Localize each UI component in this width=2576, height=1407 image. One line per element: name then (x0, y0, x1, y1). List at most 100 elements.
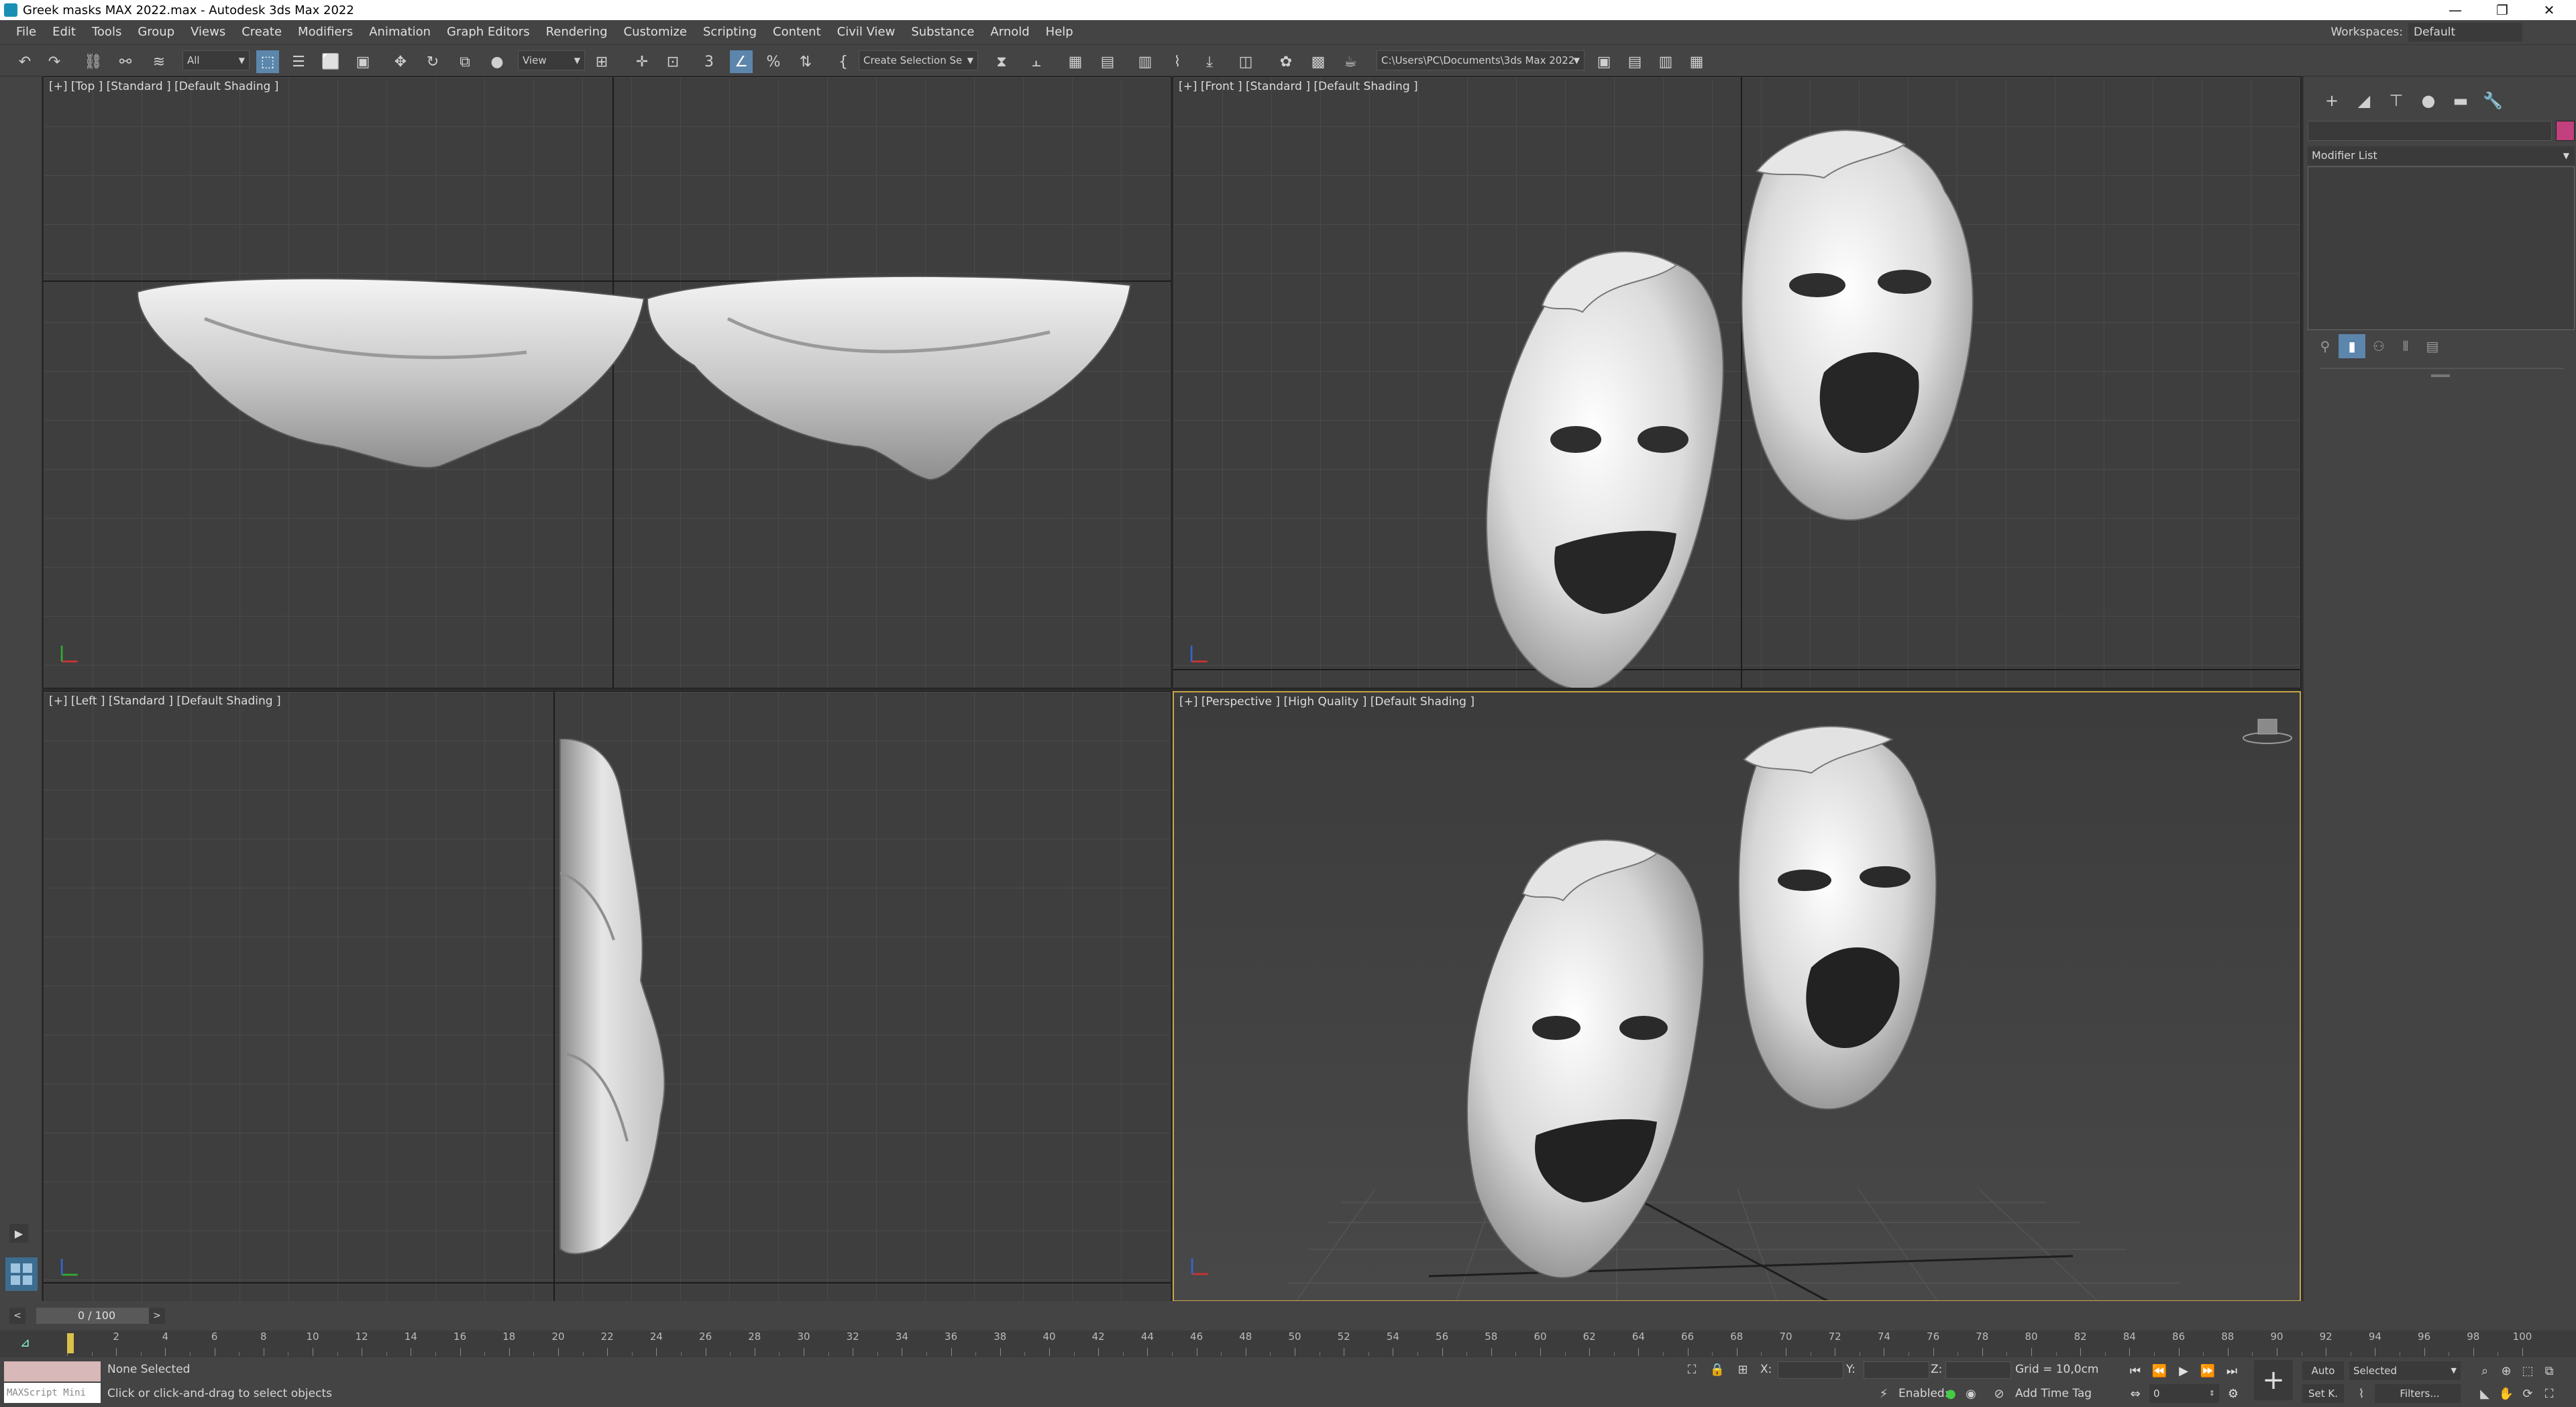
angle-snap-icon[interactable]: ∠ (730, 50, 753, 73)
ribbon-toggle-icon[interactable]: ▥ (1134, 50, 1157, 73)
go-to-start-icon[interactable]: ⏮ (2125, 1361, 2145, 1380)
menu-graph-editors[interactable]: Graph Editors (439, 20, 538, 44)
schematic-view-icon[interactable]: ⤓ (1198, 50, 1221, 73)
pin-stack-icon[interactable]: ⚲ (2312, 334, 2339, 358)
viewport-left[interactable]: [+] [Left ] [Standard ] [Default Shading… (43, 691, 1171, 1302)
render-setup-icon[interactable]: ✿ (1275, 50, 1297, 73)
z-coordinate-field[interactable] (1945, 1361, 2011, 1379)
unlink-icon[interactable]: ⚯ (114, 50, 137, 73)
time-slider-thumb[interactable]: 0 / 100 (36, 1308, 157, 1324)
time-tag-icon[interactable]: ⊘ (1990, 1384, 2008, 1403)
play-icon[interactable]: ▶ (2174, 1361, 2194, 1380)
named-selection-dropdown[interactable]: Create Selection Se ▼ (859, 50, 978, 70)
menu-help[interactable]: Help (1038, 20, 1081, 44)
edit-named-selection-icon[interactable]: { (832, 50, 855, 73)
time-cursor[interactable] (67, 1333, 74, 1353)
menu-views[interactable]: Views (182, 20, 233, 44)
layer-explorer-icon[interactable]: ▤ (1096, 50, 1119, 73)
menu-arnold[interactable]: Arnold (982, 20, 1037, 44)
make-unique-icon[interactable]: ⚇ (2365, 334, 2392, 358)
zoom-extents-icon[interactable]: ⬚ (2518, 1361, 2537, 1380)
time-configuration-icon[interactable]: ⚙ (2223, 1384, 2243, 1403)
menu-create[interactable]: Create (233, 20, 290, 44)
move-icon[interactable]: ✥ (389, 50, 412, 73)
menu-scripting[interactable]: Scripting (695, 20, 765, 44)
viewport-label[interactable]: [+] [Top ] [Standard ] [Default Shading … (49, 80, 278, 93)
undo-icon[interactable]: ↶ (13, 50, 36, 73)
modifier-stack[interactable] (2308, 166, 2575, 330)
zoom-extents-all-icon[interactable]: ⧉ (2540, 1361, 2559, 1380)
next-frame-icon[interactable]: ⏩ (2198, 1361, 2218, 1380)
panel-grip[interactable] (2431, 374, 2450, 377)
object-name-field[interactable] (2308, 121, 2552, 141)
menu-group[interactable]: Group (129, 20, 182, 44)
viewport-perspective[interactable]: [+] [Perspective ] [High Quality ] [Defa… (1173, 691, 2301, 1302)
menu-content[interactable]: Content (765, 20, 829, 44)
rectangular-selection-icon[interactable]: ⬜ (319, 50, 342, 73)
minimize-button[interactable]: — (2435, 0, 2475, 20)
orbit-icon[interactable]: ⟳ (2518, 1384, 2537, 1403)
menu-rendering[interactable]: Rendering (538, 20, 616, 44)
utilities-tab-icon[interactable]: 🔧 (2477, 87, 2509, 114)
expand-arrow-icon[interactable]: ▶ (9, 1224, 28, 1243)
tragedy-mask[interactable] (1741, 129, 1974, 521)
comedy-mask[interactable] (1466, 839, 1705, 1279)
selection-filter-dropdown[interactable]: All ▼ (182, 50, 250, 70)
enabled-indicator-icon[interactable]: ● (1941, 1384, 1960, 1403)
key-filter-selection-dropdown[interactable]: Selected ▼ (2349, 1361, 2461, 1380)
material-editor-icon[interactable]: ◫ (1234, 50, 1257, 73)
scene-explorer-icon[interactable]: ▦ (1064, 50, 1087, 73)
masks-top-view[interactable] (124, 272, 1144, 500)
keyboard-shortcut-override-icon[interactable]: ⊡ (661, 50, 684, 73)
key-filters-button[interactable]: Filters... (2375, 1384, 2461, 1403)
select-object-icon[interactable]: ⬚ (256, 50, 279, 73)
object-color-swatch[interactable] (2556, 121, 2575, 141)
auto-key-button[interactable]: Auto (2302, 1361, 2344, 1380)
spinner-snap-icon[interactable]: ⇅ (794, 50, 817, 73)
render-production-icon[interactable]: ☕ (1339, 50, 1362, 73)
maxscript-listener-output[interactable] (4, 1361, 101, 1382)
time-slider-prev[interactable]: < (9, 1308, 25, 1324)
enabled-toggle-icon[interactable]: ◉ (1962, 1384, 1980, 1403)
tragedy-mask[interactable] (1737, 725, 1937, 1110)
align-icon[interactable]: ⫠ (1025, 50, 1048, 73)
previous-frame-icon[interactable]: ⏪ (2149, 1361, 2169, 1380)
track-bar[interactable]: ⊿ 2 4 6 8 10 12 14 16 18 20 22 24 26 28 30 32 34 36 38 40 42… (0, 1331, 2576, 1357)
menu-tools[interactable]: Tools (84, 20, 129, 44)
select-manipulate-icon[interactable]: ✛ (631, 50, 653, 73)
link-icon[interactable]: ⛓ (82, 50, 105, 73)
y-coordinate-field[interactable] (1864, 1361, 1929, 1379)
go-to-end-icon[interactable]: ⏭ (2222, 1361, 2242, 1380)
selection-lock-icon[interactable]: 🔒 (1708, 1360, 1727, 1379)
viewcube-icon[interactable] (2241, 711, 2294, 751)
masks-front-view[interactable] (1475, 117, 2025, 688)
project-path-dropdown[interactable]: C:\Users\PC\Documents\3ds Max 2022 ▼ (1377, 50, 1585, 70)
adaptive-degradation-icon[interactable]: ⚡ (1874, 1384, 1893, 1403)
save-project-icon[interactable]: ▥ (1654, 50, 1677, 73)
menu-file[interactable]: File (8, 20, 44, 44)
show-end-result-icon[interactable]: ▮ (2339, 334, 2365, 358)
absolute-mode-icon[interactable]: ⊞ (1733, 1360, 1752, 1379)
viewport-top[interactable]: [+] [Top ] [Standard ] [Default Shading … (43, 76, 1171, 688)
masks-left-view[interactable] (540, 739, 674, 1275)
field-of-view-icon[interactable]: ◣ (2475, 1384, 2494, 1403)
reference-coordinate-dropdown[interactable]: View ▼ (518, 50, 585, 70)
track-bar-ruler[interactable]: 2 4 6 8 10 12 14 16 18 20 22 24 26 28 30 32 34 36 38 40 42 44… (67, 1331, 2532, 1357)
remove-modifier-icon[interactable]: ⫴ (2392, 334, 2419, 358)
viewport-layout-icon[interactable] (5, 1257, 38, 1291)
masks-perspective-view[interactable] (1462, 719, 2012, 1296)
curve-editor-icon[interactable]: ⌇ (1166, 50, 1189, 73)
open-project-icon[interactable]: ▤ (1623, 50, 1646, 73)
restore-button[interactable]: ❐ (2482, 0, 2522, 20)
key-mode-toggle-icon[interactable]: ⇔ (2125, 1384, 2145, 1403)
display-tab-icon[interactable]: ▬ (2445, 87, 2477, 114)
menu-substance[interactable]: Substance (903, 20, 982, 44)
set-key-icon[interactable]: + (2254, 1360, 2293, 1400)
pivot-center-icon[interactable]: ⊞ (590, 50, 613, 73)
redo-icon[interactable]: ↷ (43, 50, 66, 73)
modify-tab-icon[interactable]: ◢ (2348, 87, 2380, 114)
select-by-name-icon[interactable]: ☰ (287, 50, 310, 73)
scale-icon[interactable]: ⧉ (453, 50, 476, 73)
window-crossing-icon[interactable]: ▣ (352, 50, 374, 73)
menu-modifiers[interactable]: Modifiers (290, 20, 361, 44)
